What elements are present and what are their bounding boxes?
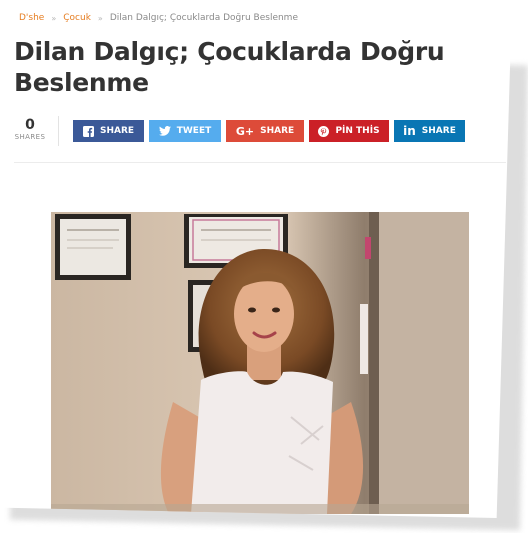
article-featured-image [51,212,469,514]
share-divider [58,116,59,146]
share-count-number: 0 [25,117,35,133]
linkedin-icon: in [403,124,416,138]
breadcrumb-separator: » [97,13,103,23]
breadcrumb: D'she » Çocuk » Dilan Dalgıç; Çocuklarda… [19,13,298,23]
pinterest-icon [318,125,330,137]
twitter-share-label: TWEET [176,126,212,136]
google-plus-icon: G+ [235,124,255,138]
article-page: D'she » Çocuk » Dilan Dalgıç; Çocuklarda… [0,0,512,518]
share-buttons: SHARE TWEET G+ SHARE PİN THİS in SHARE [73,120,465,142]
facebook-share-label: SHARE [99,126,135,136]
pinterest-share-button[interactable]: PİN THİS [309,120,389,142]
pinterest-share-label: PİN THİS [335,126,380,136]
facebook-icon [82,125,94,137]
facebook-share-button[interactable]: SHARE [73,120,144,142]
linkedin-share-label: SHARE [421,126,456,136]
breadcrumb-current: Dilan Dalgıç; Çocuklarda Doğru Beslenme [109,13,298,23]
google-plus-share-button[interactable]: G+ SHARE [226,120,304,142]
breadcrumb-category-link[interactable]: Çocuk [63,13,91,23]
share-count-label: SHARES [14,133,46,141]
breadcrumb-home-link[interactable]: D'she [19,13,44,23]
share-counter: 0 SHARES [12,117,48,141]
article-title: Dilan Dalgıç; Çocuklarda Doğru Beslenme [14,37,445,97]
twitter-icon [158,126,171,136]
linkedin-share-button[interactable]: in SHARE [394,120,465,142]
google-plus-share-label: SHARE [260,126,295,136]
twitter-share-button[interactable]: TWEET [149,120,221,142]
breadcrumb-separator: » [51,13,57,23]
featured-photo-illustration [51,212,469,514]
header-divider [14,162,506,163]
